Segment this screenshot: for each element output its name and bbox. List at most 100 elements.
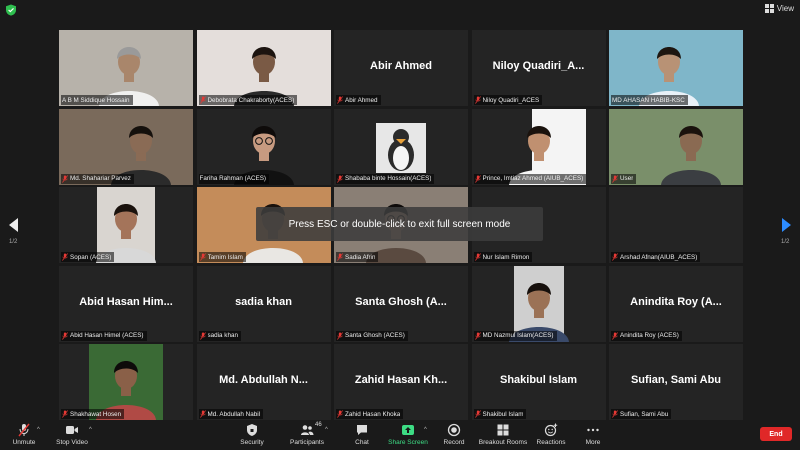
muted-mic-icon: [62, 174, 68, 183]
participant-name: Tamim Islam: [207, 253, 243, 261]
participant-name: Fariha Rahman (ACES): [199, 175, 267, 182]
participant-name: Shakibul Islam: [482, 410, 524, 418]
participant-display-name: Anindita Roy (A...: [630, 295, 722, 308]
participant-tile[interactable]: Arshad Afnan(AIUB_ACES): [609, 187, 743, 263]
muted-mic-icon: [474, 96, 481, 104]
participant-tile[interactable]: Shababa binte Hossain(ACES): [334, 108, 468, 185]
participant-tile[interactable]: User: [609, 108, 743, 185]
participant-name-tag: Tamim Islam: [198, 252, 246, 262]
participant-name: Arshad Afnan(AIUB_ACES): [620, 253, 698, 261]
muted-mic-icon: [474, 331, 481, 340]
muted-mic-icon: [612, 253, 618, 261]
participant-display-name: Sufian, Sami Abu: [630, 374, 722, 386]
participant-name: Debobrata Chakraborty(ACES): [207, 96, 295, 104]
participant-tile[interactable]: Anindita Roy (A... Anindita Roy (ACES): [609, 265, 743, 342]
participant-tile[interactable]: Sopan (ACES): [59, 187, 193, 263]
participant-name-tag: Abir Ahmed: [336, 95, 381, 105]
participant-name: Shakhawat Hosen: [70, 410, 122, 418]
more-button[interactable]: More: [563, 423, 623, 446]
record-icon: [447, 423, 461, 437]
participant-name-tag: sadia khan: [198, 330, 241, 341]
security-button[interactable]: Security: [222, 423, 282, 446]
participant-name-tag: Shakhawat Hosen: [61, 409, 125, 419]
participant-name: A B M Siddique Hossain: [62, 96, 130, 104]
participant-name-tag: Shababa binte Hossain(ACES): [336, 173, 435, 184]
participant-name: Sopan (ACES): [70, 253, 112, 261]
muted-mic-icon: [337, 253, 343, 261]
participant-name-tag: Sopan (ACES): [61, 252, 115, 262]
muted-mic-icon: [474, 253, 481, 261]
participant-name-tag: MD Nazmul Islam(ACES): [473, 330, 557, 341]
participant-name: User: [620, 175, 634, 182]
participant-tile[interactable]: Debobrata Chakraborty(ACES): [196, 30, 331, 106]
previous-page-button[interactable]: 1/2: [9, 218, 19, 245]
participants-options-caret[interactable]: ^: [325, 427, 328, 433]
muted-mic-icon: [474, 174, 481, 183]
muted-mic-icon: [199, 410, 206, 418]
end-meeting-button[interactable]: End: [760, 427, 792, 441]
participant-tile[interactable]: Zahid Hasan Kh... Zahid Hasan Khoka: [334, 344, 468, 420]
page-indicator-left: 1/2: [9, 239, 18, 245]
participant-tile[interactable]: Shakibul Islam Shakibul Islam: [471, 344, 606, 420]
participant-name-tag: MD AHASAN HABIB-KSC: [611, 95, 688, 105]
participant-name-tag: A B M Siddique Hossain: [61, 95, 133, 105]
participant-name-tag: Shakibul Islam: [473, 409, 527, 419]
page-indicator-right: 1/2: [781, 239, 790, 245]
chevron-right-icon: [782, 218, 791, 232]
participant-tile[interactable]: A B M Siddique Hossain: [59, 30, 193, 106]
chat-label: Chat: [355, 439, 369, 446]
participant-tile[interactable]: MD Nazmul Islam(ACES): [471, 265, 606, 342]
security-label: Security: [240, 439, 264, 446]
muted-mic-icon: [612, 331, 618, 340]
participant-tile[interactable]: Niloy Quadiri_A... Niloy Quadiri_ACES: [471, 30, 606, 106]
muted-mic-icon: [337, 410, 343, 418]
participant-name: MD AHASAN HABIB-KSC: [612, 96, 685, 104]
participant-tile[interactable]: Prince, Imtiaz Ahmed (AIUB_ACES): [471, 108, 606, 185]
muted-mic-icon: [474, 410, 481, 418]
participants-icon: [301, 425, 314, 435]
muted-mic-icon: [337, 96, 343, 104]
participant-display-name: Abid Hasan Him...: [79, 295, 173, 308]
participant-display-name: Abir Ahmed: [370, 60, 432, 72]
encryption-shield-icon[interactable]: [5, 4, 17, 16]
participant-name-tag: Nur Islam Rimon: [473, 252, 533, 262]
participants-button[interactable]: Participants: [277, 423, 337, 446]
stop-video-label: Stop Video: [56, 439, 88, 446]
participant-name-tag: Santa Ghosh (ACES): [336, 330, 408, 341]
chat-bubble-icon: [357, 425, 367, 435]
participant-tile[interactable]: sadia khan sadia khan: [196, 265, 331, 342]
next-page-button[interactable]: 1/2: [781, 218, 791, 245]
chevron-left-icon: [9, 218, 18, 232]
video-options-caret[interactable]: ^: [89, 427, 92, 433]
participant-name-tag: Niloy Quadiri_ACES: [473, 95, 543, 105]
participant-name-tag: Fariha Rahman (ACES): [198, 173, 269, 184]
fullscreen-hint: Press ESC or double-click to exit full s…: [256, 207, 543, 241]
participant-name: Shababa binte Hossain(ACES): [345, 175, 432, 182]
participant-tile[interactable]: Sufian, Sami Abu Sufian, Sami Abu: [609, 344, 743, 420]
participant-tile[interactable]: Shakhawat Hosen: [59, 344, 193, 420]
participant-display-name: Shakibul Islam: [499, 374, 578, 386]
participant-display-name: Niloy Quadiri_A...: [492, 60, 585, 72]
participants-count: 46: [315, 422, 322, 428]
record-label: Record: [443, 439, 465, 446]
participant-tile[interactable]: MD AHASAN HABIB-KSC: [609, 30, 743, 106]
share-screen-icon: [402, 425, 414, 435]
participant-tile[interactable]: Santa Ghosh (A... Santa Ghosh (ACES): [334, 265, 468, 342]
muted-mic-icon: [62, 410, 68, 418]
muted-mic-icon: [612, 410, 618, 418]
participant-display-name: sadia khan: [235, 295, 292, 308]
grid-view-icon: [764, 4, 774, 13]
participant-name: Md. Abdullah Nabil: [207, 410, 261, 418]
participant-tile[interactable]: Md. Abdullah N... Md. Abdullah Nabil: [196, 344, 331, 420]
participant-name-tag: User: [611, 173, 637, 184]
stop-video-button[interactable]: Stop Video: [42, 423, 102, 446]
participant-tile[interactable]: Abir Ahmed Abir Ahmed: [334, 30, 468, 106]
breakout-rooms-icon: [497, 424, 509, 436]
participant-display-name: Md. Abdullah N...: [219, 374, 308, 386]
audio-options-caret[interactable]: ^: [37, 427, 40, 433]
participant-tile[interactable]: Abid Hasan Him... Abid Hasan Himel (ACES…: [59, 265, 193, 342]
participant-tile[interactable]: Md. Shahariar Parvez: [59, 108, 193, 185]
view-button[interactable]: View: [764, 4, 794, 13]
participant-name: Abid Hasan Himel (ACES): [70, 332, 144, 339]
participant-tile[interactable]: Fariha Rahman (ACES): [196, 108, 331, 185]
